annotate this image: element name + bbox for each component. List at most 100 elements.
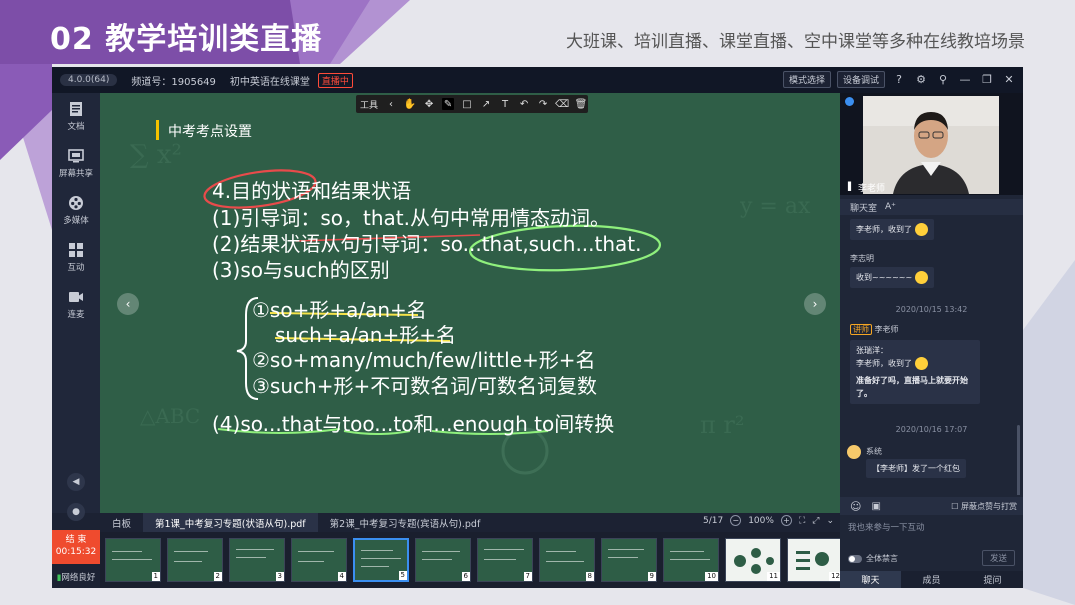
- page-controls: 5/17 − 100% + ⛶ ⤢ ⌄: [703, 515, 834, 526]
- maximize-icon[interactable]: ❐: [979, 72, 995, 88]
- sidebar-item-label: 互动: [67, 263, 85, 273]
- live-badge: 直播中: [317, 72, 353, 88]
- document-icon: [70, 102, 82, 116]
- tab-members[interactable]: 成员: [901, 571, 962, 588]
- media-icon: [69, 196, 83, 210]
- grin-emoji-icon: [915, 271, 929, 284]
- title-accent-bar: [156, 120, 159, 140]
- thumbnail[interactable]: 12: [787, 538, 843, 582]
- minimize-icon[interactable]: —: [957, 72, 973, 88]
- thumbnail-strip: 1 2 3 4 5 6 7 8 9 10 11 12: [100, 532, 843, 588]
- interaction-icon: [69, 243, 83, 257]
- panel-tabs: 聊天 成员 提问: [840, 571, 1023, 588]
- thumbnail[interactable]: 6: [415, 538, 471, 582]
- undo-icon[interactable]: ↶: [518, 98, 530, 110]
- move-icon[interactable]: ✥: [423, 98, 435, 110]
- thumbnail[interactable]: 3: [229, 538, 285, 582]
- board-line-1: 4.目的状语和结果状语: [212, 179, 412, 203]
- help-icon[interactable]: ?: [891, 72, 907, 88]
- font-size-button[interactable]: A⁺: [885, 202, 896, 212]
- collapse-icon[interactable]: ‹: [385, 98, 397, 110]
- titlebar: 4.0.0(64) 频道号：1905649 初中英语在线课堂 直播中 模式选择 …: [52, 67, 1023, 93]
- thumbnail[interactable]: 9: [601, 538, 657, 582]
- titlebar-controls: 模式选择 设备调试 ? ⚙ ⚲ — ❐ ✕: [782, 71, 1017, 88]
- thumbnail[interactable]: 10: [663, 538, 719, 582]
- live-timer: 00:15:32: [55, 547, 97, 557]
- board-line-4: (3)so与such的区别: [212, 258, 390, 282]
- chat-message: 收到~~~~~~: [850, 267, 935, 288]
- stage: 02 教学培训类直播 大班课、培训直播、课堂直播、空中课堂等多种在线教培场景 4…: [0, 0, 1075, 605]
- end-live-button[interactable]: 结 束 00:15:32: [52, 530, 100, 564]
- eraser-icon[interactable]: ⌫: [555, 98, 569, 110]
- chat-scrollbar[interactable]: [1017, 425, 1020, 495]
- emoji-icon[interactable]: ☺: [850, 500, 861, 513]
- fullscreen-icon[interactable]: ⛶: [799, 516, 805, 526]
- thumbnail[interactable]: 1: [105, 538, 161, 582]
- sidebar-item-media[interactable]: 多媒体: [52, 195, 100, 226]
- tab-chat[interactable]: 聊天: [840, 571, 901, 588]
- thumbnail[interactable]: 11: [725, 538, 781, 582]
- thumbnail[interactable]: 8: [539, 538, 595, 582]
- sidebar-item-interaction[interactable]: 互动: [52, 242, 100, 273]
- next-page-button[interactable]: ›: [804, 293, 826, 315]
- thumbnail[interactable]: 7: [477, 538, 533, 582]
- expand-icon[interactable]: ⤢: [812, 516, 819, 526]
- speaker-icon[interactable]: ◀: [67, 473, 85, 491]
- mute-all-row: 全体禁言: [848, 553, 898, 564]
- sidebar-item-label: 连麦: [67, 310, 85, 320]
- board-line-7: ②so+many/much/few/little+形+名: [252, 348, 596, 372]
- send-button[interactable]: 发送: [981, 550, 1015, 566]
- left-sidebar: 文档 屏幕共享 多媒体 互动 连麦 ◀ ●: [52, 93, 100, 521]
- board-background: ∑ x² y = ax △ABC π r²: [100, 93, 840, 513]
- rectangle-icon[interactable]: □: [461, 98, 473, 110]
- banner-heading: 02 教学培训类直播: [50, 22, 323, 57]
- chat-timestamp: 2020/10/15 13:42: [895, 305, 968, 314]
- quoted-text: 李老师，收到了: [856, 357, 974, 370]
- mode-select-button[interactable]: 模式选择: [782, 71, 831, 88]
- whiteboard-area[interactable]: ∑ x² y = ax △ABC π r² 工具 ‹ ✋ ✥ ✎ □ ↗ T ↶…: [100, 93, 840, 513]
- hand-icon[interactable]: ✋: [404, 98, 416, 110]
- trash-icon[interactable]: 🗑: [575, 98, 588, 110]
- image-icon[interactable]: ▣: [871, 501, 880, 512]
- tab-doc-1[interactable]: 第1课_中考复习专题(状语从句).pdf: [143, 513, 318, 532]
- block-likes-checkbox[interactable]: ☐ 屏蔽点赞与打赏: [951, 501, 1017, 512]
- pen-icon[interactable]: ✎: [442, 98, 455, 110]
- prev-page-button[interactable]: ‹: [117, 293, 139, 315]
- collapse-thumbs-icon[interactable]: ⌄: [826, 516, 834, 526]
- thumbnail[interactable]: 4: [291, 538, 347, 582]
- pin-icon[interactable]: ⚲: [935, 72, 951, 88]
- screen-share-icon: [68, 149, 84, 163]
- settings-icon[interactable]: ⚙: [913, 72, 929, 88]
- microphone-icon[interactable]: ●: [67, 503, 85, 521]
- close-icon[interactable]: ✕: [1001, 72, 1017, 88]
- chat-timestamp: 2020/10/16 17:07: [895, 425, 968, 434]
- redo-icon[interactable]: ↷: [537, 98, 549, 110]
- chat-input[interactable]: 我也来参与一下互动: [848, 521, 925, 533]
- toolbar-label: 工具: [360, 100, 379, 111]
- thumbnail[interactable]: 2: [167, 538, 223, 582]
- chat-sender-row: 讲师 李老师: [850, 324, 899, 335]
- banner-subheading: 大班课、培训直播、课堂直播、空中课堂等多种在线教培场景: [566, 32, 1025, 52]
- tab-whiteboard[interactable]: 白板: [100, 513, 143, 532]
- chat-room-tab[interactable]: 聊天室: [850, 201, 877, 214]
- zoom-in-icon[interactable]: +: [780, 515, 792, 526]
- tab-questions[interactable]: 提问: [962, 571, 1023, 588]
- arrow-icon[interactable]: ↗: [480, 98, 492, 110]
- teacher-portrait: [863, 96, 999, 194]
- device-test-button[interactable]: 设备调试: [836, 71, 885, 88]
- network-status: ▮网络良好: [56, 573, 96, 583]
- sidebar-item-co-host[interactable]: 连麦: [52, 289, 100, 320]
- mute-all-toggle[interactable]: [848, 554, 862, 563]
- tab-doc-2[interactable]: 第2课_中考复习专题(宾语从句).pdf: [318, 513, 493, 532]
- sidebar-item-screen-share[interactable]: 屏幕共享: [52, 148, 100, 179]
- smile-emoji-icon: [915, 357, 928, 370]
- zoom-out-icon[interactable]: −: [730, 515, 742, 526]
- chat-toolbar: ☺ ▣ ☐ 屏蔽点赞与打赏: [840, 497, 1023, 515]
- role-badge: 讲师: [850, 324, 872, 335]
- sidebar-item-document[interactable]: 文档: [52, 101, 100, 132]
- text-icon[interactable]: T: [499, 98, 511, 110]
- thumbnail-selected[interactable]: 5: [353, 538, 409, 582]
- chat-sender: 系统: [866, 447, 882, 456]
- system-avatar-icon: [847, 445, 861, 459]
- document-tabs: 白板 第1课_中考复习专题(状语从句).pdf 第2课_中考复习专题(宾语从句)…: [100, 513, 840, 532]
